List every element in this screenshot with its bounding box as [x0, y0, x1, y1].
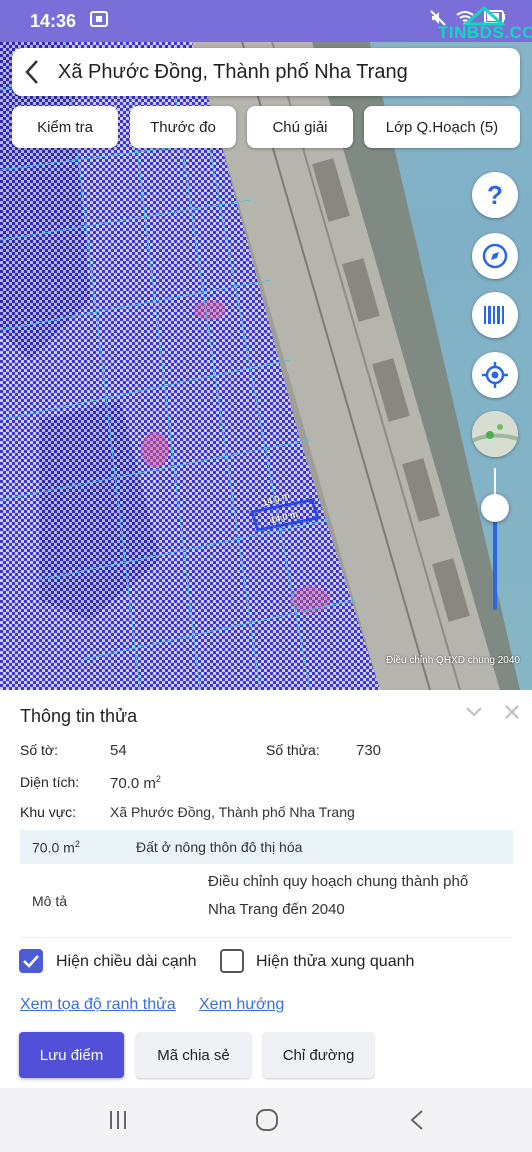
description-line-1: Điều chỉnh quy hoạch chung thành phố	[208, 873, 469, 890]
locate-icon	[482, 362, 508, 388]
back-arrow-icon[interactable]	[12, 48, 52, 96]
parcel-number-label: Số thửa:	[266, 742, 320, 758]
save-point-button[interactable]: Lưu điểm	[19, 1032, 124, 1078]
checkmark-icon	[23, 955, 39, 968]
description-label: Mô tả	[32, 893, 68, 909]
directions-button[interactable]: Chỉ đường	[263, 1032, 374, 1078]
view-boundary-coords-link[interactable]: Xem tọa độ ranh thửa	[20, 996, 176, 1014]
land-use-area: 70.0 m2	[32, 839, 80, 856]
show-neighbors-checkbox[interactable]	[220, 949, 244, 973]
barcode-icon	[484, 306, 504, 324]
area-value: 70.0 m2	[110, 774, 161, 792]
planning-overlay	[0, 0, 380, 690]
show-neighbors-label[interactable]: Hiện thửa xung quanh	[256, 953, 414, 971]
region-value: Xã Phước Đồng, Thành phố Nha Trang	[110, 804, 355, 820]
screenshot-icon	[90, 11, 109, 31]
show-edge-length-checkbox[interactable]	[19, 949, 43, 973]
view-direction-link[interactable]: Xem hướng	[199, 996, 284, 1014]
basemap-button[interactable]	[472, 411, 518, 457]
help-icon: ?	[487, 179, 503, 210]
opacity-slider-track[interactable]	[493, 508, 497, 610]
show-edge-length-label[interactable]: Hiện chiều dài cạnh	[56, 953, 197, 971]
collapse-chevron-icon[interactable]	[462, 700, 486, 724]
region-label: Khu vực:	[20, 804, 77, 820]
compass-icon	[482, 243, 508, 269]
barcode-button[interactable]	[472, 292, 518, 338]
watermark-text: TINBDS.COM	[438, 23, 532, 42]
back-icon[interactable]	[401, 1104, 433, 1136]
system-nav-bar	[0, 1088, 532, 1152]
measure-button[interactable]: Thước đo	[130, 106, 236, 148]
compass-button[interactable]	[472, 233, 518, 279]
parcel-number-value: 730	[356, 742, 382, 759]
map-view[interactable]: 14.0 m 14.0 m Điều chỉnh QHXD chung 2040	[0, 0, 532, 690]
close-icon[interactable]	[500, 700, 524, 724]
minimap-icon	[472, 411, 518, 457]
home-icon[interactable]	[251, 1104, 283, 1136]
locate-button[interactable]	[472, 352, 518, 398]
share-code-button[interactable]: Mã chia sẻ	[136, 1032, 251, 1078]
help-button[interactable]: ?	[472, 172, 518, 218]
map-toolbar: Kiểm tra Thước đo Chú giải Lớp Q.Hoạch (…	[12, 106, 520, 148]
description-line-2: Nha Trang đến 2040	[208, 901, 345, 918]
location-title: Xã Phước Đồng, Thành phố Nha Trang	[58, 60, 408, 83]
description-row: Mô tả Điều chỉnh quy hoạch chung thành p…	[20, 864, 513, 938]
sheet-number-label: Số tờ:	[20, 742, 58, 758]
map-attribution: Điều chỉnh QHXD chung 2040	[386, 655, 520, 666]
panel-title: Thông tin thửa	[20, 706, 138, 726]
status-time: 14:36	[30, 10, 77, 31]
watermark-logo: TINBDS.COM	[438, 4, 532, 62]
opacity-slider-thumb[interactable]	[481, 494, 509, 522]
land-use-table: 70.0 m2 Đất ở nông thôn đô thị hóa Mô tả…	[20, 830, 513, 938]
check-button[interactable]: Kiểm tra	[12, 106, 118, 148]
parcel-info-panel: Thông tin thửa Số tờ: 54 Số thửa: 730 Di…	[0, 690, 532, 1088]
recents-icon[interactable]	[102, 1104, 134, 1136]
area-label: Diện tích:	[20, 774, 80, 790]
legend-button[interactable]: Chú giải	[247, 106, 353, 148]
planning-layer-button[interactable]: Lớp Q.Hoạch (5)	[364, 106, 520, 148]
land-use-type: Đất ở nông thôn đô thị hóa	[136, 839, 303, 855]
sheet-number-value: 54	[110, 742, 127, 759]
land-use-row: 70.0 m2 Đất ở nông thôn đô thị hóa	[20, 830, 513, 864]
